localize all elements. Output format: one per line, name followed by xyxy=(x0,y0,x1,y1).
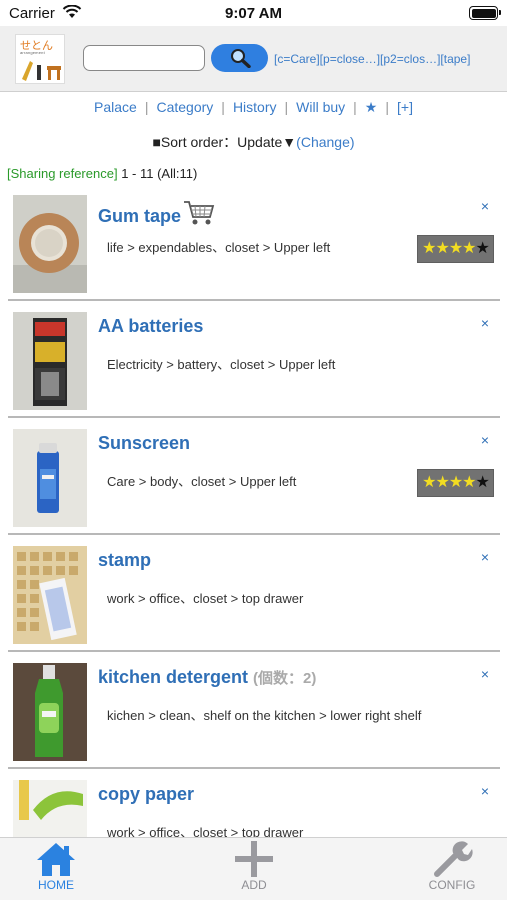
item-title[interactable]: stamp xyxy=(98,550,151,571)
item-count: (個数：2) xyxy=(253,670,317,687)
star-empty-icon: ★ xyxy=(475,474,490,491)
star-filled-icon: ★ xyxy=(422,240,436,257)
remove-button[interactable]: × xyxy=(481,432,489,448)
item-path: Electricity > battery、closet > Upper lef… xyxy=(107,357,336,372)
item-path: work > office、closet > top drawer xyxy=(107,591,304,606)
remove-button[interactable]: × xyxy=(481,666,489,682)
item-title-text: Sunscreen xyxy=(98,433,191,453)
sunscreen-photo xyxy=(13,429,87,527)
list-item[interactable]: Sunscreen Care > body、closet > Upper lef… xyxy=(8,418,500,535)
nav-separator: | xyxy=(144,99,149,115)
nav-category[interactable]: Category xyxy=(156,99,213,115)
sort-label: ■Sort order：Update▼ xyxy=(152,134,297,150)
item-title-text: copy paper xyxy=(98,784,195,804)
list-item[interactable]: AA batteries Electricity > battery、close… xyxy=(8,301,500,418)
stamp-photo xyxy=(13,546,87,644)
item-title[interactable]: copy paper xyxy=(98,784,194,805)
remove-button[interactable]: × xyxy=(481,315,489,331)
item-title-text: stamp xyxy=(98,550,152,570)
search-button[interactable] xyxy=(211,44,268,72)
item-thumbnail[interactable] xyxy=(13,429,87,527)
nav-add-more[interactable]: [+] xyxy=(397,99,413,115)
home-icon xyxy=(37,843,75,876)
star-rating[interactable]: ★★★★★ xyxy=(417,235,494,263)
sort-order: ■Sort order：Update▼(Change) xyxy=(0,132,507,152)
tab-bar: HOME ADD CONFIG xyxy=(0,837,507,900)
item-title[interactable]: AA batteries xyxy=(98,316,203,337)
nav-will-buy[interactable]: Will buy xyxy=(296,99,345,115)
tab-config[interactable]: CONFIG xyxy=(392,838,507,900)
nav-separator: | xyxy=(353,99,357,115)
item-thumbnail[interactable] xyxy=(13,195,87,293)
shopping-cart-icon xyxy=(184,201,215,225)
app-logo[interactable]: せとん arrangement xyxy=(15,34,65,84)
item-path: life > expendables、closet > Upper left xyxy=(107,240,331,255)
kitchen-detergent-photo xyxy=(13,663,87,761)
item-path: kichen > clean、shelf on the kitchen > lo… xyxy=(107,708,422,723)
sharing-summary: [Sharing reference] 1 - 11 (All:11) xyxy=(7,166,197,181)
remove-button[interactable]: × xyxy=(481,549,489,565)
star-rating[interactable]: ★★★★★ xyxy=(417,469,494,497)
star-filled-icon: ★ xyxy=(435,474,449,491)
item-title[interactable]: kitchen detergent (個数：2) xyxy=(98,667,316,688)
item-thumbnail[interactable] xyxy=(13,663,87,761)
nav-separator: | xyxy=(221,99,225,115)
nav-separator: | xyxy=(284,99,289,115)
tab-add[interactable]: ADD xyxy=(194,838,314,900)
star-filled-icon: ★ xyxy=(435,240,449,257)
item-title-text: Gum tape xyxy=(98,206,182,226)
item-title[interactable]: Sunscreen xyxy=(98,433,190,454)
remove-button[interactable]: × xyxy=(481,198,489,214)
plus-icon xyxy=(235,841,273,877)
wrench-icon xyxy=(434,841,473,877)
tab-home-label: HOME xyxy=(38,878,74,892)
nav-separator: | xyxy=(385,99,389,115)
star-filled-icon: ★ xyxy=(448,240,463,257)
gum-tape-photo xyxy=(13,195,87,293)
star-empty-icon: ★ xyxy=(475,240,490,257)
nav-links: Palace | Category | History | Will buy | ★ | [+] xyxy=(0,99,507,119)
item-title[interactable]: Gum tape xyxy=(98,199,215,227)
nav-palace[interactable]: Palace xyxy=(94,99,137,115)
item-title-text: kitchen detergent xyxy=(98,667,249,687)
tab-config-label: CONFIG xyxy=(428,878,476,892)
item-thumbnail[interactable] xyxy=(13,312,87,410)
item-thumbnail[interactable] xyxy=(13,546,87,644)
sharing-reference[interactable]: [Sharing reference] xyxy=(7,166,118,181)
item-path: Care > body、closet > Upper left xyxy=(107,474,297,489)
magnifier-icon xyxy=(231,49,251,68)
star-filled-icon: ★ xyxy=(448,474,463,491)
sort-change-link[interactable]: (Change) xyxy=(296,134,354,150)
logo-art-icon xyxy=(22,61,61,81)
tab-home[interactable]: HOME xyxy=(0,838,116,900)
item-title-text: AA batteries xyxy=(98,316,204,336)
star-filled-icon: ★ xyxy=(422,474,436,491)
nav-history[interactable]: History xyxy=(233,99,277,115)
list-item[interactable]: stamp work > office、closet > top drawer … xyxy=(8,535,500,652)
aa-batteries-photo xyxy=(13,312,87,410)
battery-icon xyxy=(469,6,501,20)
list-item[interactable]: kitchen detergent (個数：2) kichen > clean、… xyxy=(8,652,500,769)
star-filled-icon: ★ xyxy=(462,240,476,257)
filter-breadcrumb[interactable]: [c=Care][p=close…][p2=clos…][tape] xyxy=(274,52,470,66)
header: せとん arrangement [c=Care][p=close…][p2=cl… xyxy=(0,26,507,92)
search-input[interactable] xyxy=(83,45,205,71)
clock: 9:07 AM xyxy=(225,5,282,22)
tab-add-label: ADD xyxy=(241,878,267,892)
status-bar: Carrier 9:07 AM xyxy=(0,0,507,26)
nav-favorites-star[interactable]: ★ xyxy=(365,99,378,115)
star-filled-icon: ★ xyxy=(462,474,476,491)
remove-button[interactable]: × xyxy=(481,783,489,799)
list-item[interactable]: Gum tape life > expendables、closet > Upp… xyxy=(8,184,500,301)
result-range: 1 - 11 (All:11) xyxy=(121,166,198,181)
